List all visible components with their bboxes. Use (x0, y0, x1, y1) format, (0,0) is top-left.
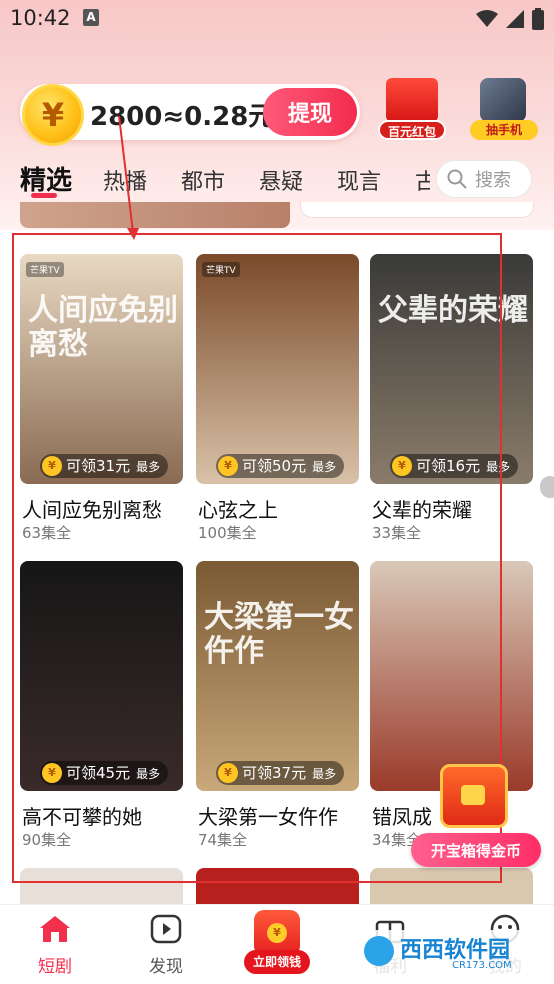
search-icon (447, 169, 467, 189)
search-box[interactable]: 搜索 (436, 160, 532, 198)
side-handle[interactable] (540, 476, 554, 498)
nav-discover[interactable]: 发现 (126, 914, 206, 977)
battery-icon (532, 8, 544, 30)
coin-balance-text: 2800≈0.28元 (90, 102, 275, 132)
wifi-icon (476, 10, 498, 27)
app-notification-icon: A (83, 9, 99, 26)
tab-featured[interactable]: 精选 (20, 160, 72, 197)
banner-peek-right[interactable] (300, 202, 534, 218)
gold-coin-icon: ¥ (22, 84, 84, 146)
home-icon (40, 916, 70, 942)
red-envelope-promo[interactable]: 百元红包 (376, 78, 448, 142)
watermark-icon (364, 936, 394, 966)
nav-short-drama[interactable]: 短剧 (15, 914, 95, 977)
tab-urban[interactable]: 都市 (181, 164, 225, 196)
phone-icon (480, 78, 526, 122)
tab-modern-romance[interactable]: 现言 (337, 164, 381, 196)
red-envelope-icon (386, 78, 438, 122)
withdraw-button[interactable]: 提现 (263, 88, 357, 136)
open-treasure-button[interactable]: 开宝箱得金币 (411, 833, 541, 867)
red-envelope-label: 百元红包 (378, 120, 446, 140)
phone-lottery-label: 抽手机 (470, 120, 538, 140)
search-placeholder: 搜索 (475, 170, 511, 191)
active-tab-indicator (31, 193, 57, 198)
highlight-box (12, 233, 502, 883)
banner-peek[interactable] (20, 202, 290, 228)
signal-icon (506, 10, 524, 28)
status-icons (476, 8, 544, 30)
tab-ancient[interactable]: 古 (415, 164, 430, 196)
status-time: 10:42 (10, 6, 71, 30)
watermark-logo: 西西软件园 CR173.COM (356, 930, 532, 974)
phone-lottery-promo[interactable]: 抽手机 (468, 78, 540, 142)
category-tabs: 精选 热播 都市 悬疑 现言 古 (0, 158, 430, 202)
nav-earn-money[interactable]: ¥ 立即领钱 (244, 910, 310, 976)
play-icon (150, 914, 182, 944)
status-bar: 10:42 A (0, 0, 554, 38)
tab-hot[interactable]: 热播 (103, 164, 147, 196)
treasure-chest-icon[interactable] (440, 764, 508, 828)
tab-mystery[interactable]: 悬疑 (259, 164, 303, 196)
